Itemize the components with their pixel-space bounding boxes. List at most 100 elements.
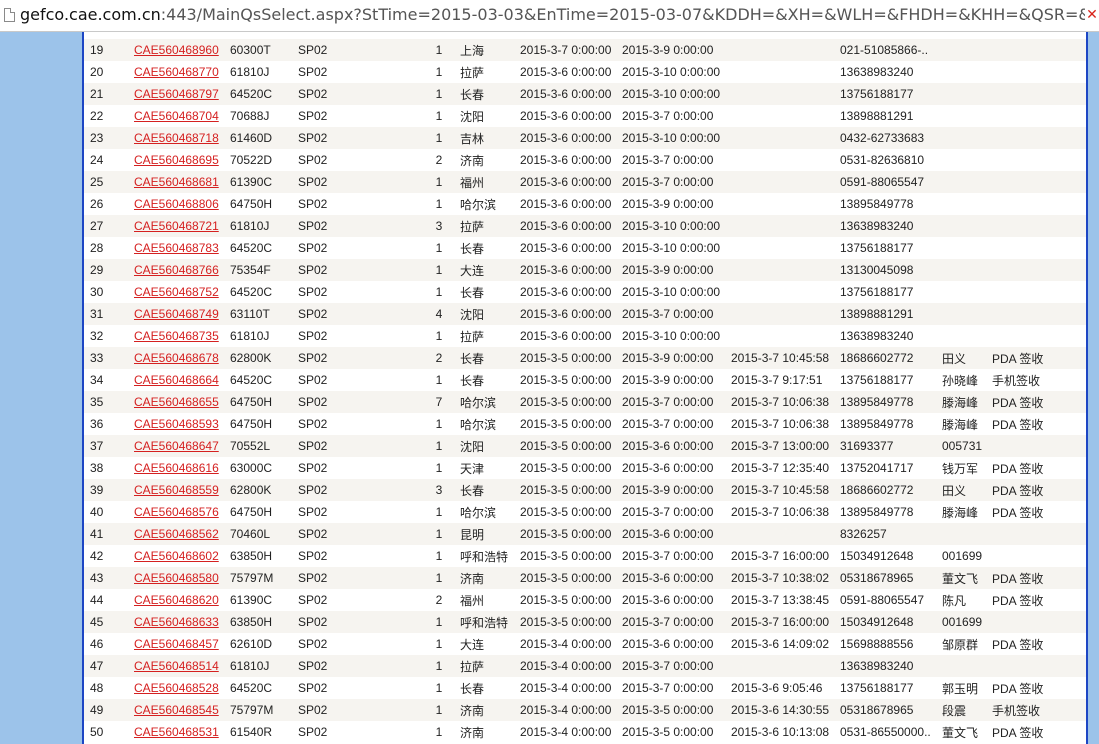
part-number-cell: 64750H	[230, 501, 298, 523]
sign-time-cell: 2015-3-7 10:06:38	[731, 501, 840, 523]
tracking-number-link[interactable]: CAE560468749	[134, 307, 219, 321]
tracking-number-link[interactable]: CAE560468528	[134, 681, 219, 695]
tracking-number-link-cell: CAE560468576	[134, 501, 230, 523]
tracking-number-link[interactable]: CAE560468647	[134, 439, 219, 453]
part-number-cell: 70552L	[230, 435, 298, 457]
sign-method-cell	[992, 611, 1086, 633]
sign-time-cell	[731, 149, 840, 171]
tracking-number-link[interactable]: CAE560468960	[134, 43, 219, 57]
signer-name-cell	[942, 281, 992, 303]
signer-name-cell: 邹原群	[942, 633, 992, 655]
ship-date-cell: 2015-3-5 0:00:00	[520, 545, 622, 567]
shipment-table: 19 CAE560468960 60300T SP02 1 上海 2015-3-7 0:00…	[84, 39, 1086, 743]
page-icon	[4, 8, 15, 22]
part-number-cell: 63850H	[230, 611, 298, 633]
tracking-number-link[interactable]: CAE560468576	[134, 505, 219, 519]
sign-method-cell	[992, 215, 1086, 237]
tracking-number-link-cell: CAE560468783	[134, 237, 230, 259]
tracking-number-link[interactable]: CAE560468721	[134, 219, 219, 233]
tracking-number-link-cell: CAE560468770	[134, 61, 230, 83]
tracking-number-link[interactable]: CAE560468514	[134, 659, 219, 673]
tracking-number-link[interactable]: CAE560468545	[134, 703, 219, 717]
signer-name-cell	[942, 237, 992, 259]
signer-name-cell: 滕海峰	[942, 413, 992, 435]
tracking-number-link[interactable]: CAE560468633	[134, 615, 219, 629]
browser-address-bar[interactable]: gefco.cae.com.cn:443/MainQsSelect.aspx?S…	[0, 0, 1099, 32]
contact-phone-cell: 13130045098	[840, 259, 942, 281]
part-number-cell: 64520C	[230, 369, 298, 391]
tracking-number-link[interactable]: CAE560468562	[134, 527, 219, 541]
tracking-number-link[interactable]: CAE560468664	[134, 373, 219, 387]
tracking-number-link[interactable]: CAE560468457	[134, 637, 219, 651]
signer-name-cell: 001699	[942, 545, 992, 567]
row-number-cell: 42	[84, 545, 134, 567]
url-text[interactable]: gefco.cae.com.cn:443/MainQsSelect.aspx?S…	[20, 5, 1099, 24]
tracking-number-link[interactable]: CAE560468752	[134, 285, 219, 299]
tracking-number-link[interactable]: CAE560468783	[134, 241, 219, 255]
part-number-cell: 64520C	[230, 83, 298, 105]
ship-date-cell: 2015-3-5 0:00:00	[520, 501, 622, 523]
warehouse-code-cell: SP02	[298, 347, 418, 369]
tracking-number-link-cell: CAE560468960	[134, 39, 230, 61]
quantity-cell: 1	[418, 325, 460, 347]
row-number-cell: 48	[84, 677, 134, 699]
quantity-cell: 1	[418, 413, 460, 435]
quantity-cell: 1	[418, 127, 460, 149]
sign-method-cell	[992, 237, 1086, 259]
destination-city-cell: 拉萨	[460, 215, 520, 237]
tracking-number-link[interactable]: CAE560468531	[134, 725, 219, 739]
ship-date-cell: 2015-3-6 0:00:00	[520, 303, 622, 325]
sign-time-cell	[731, 655, 840, 677]
tracking-number-link[interactable]: CAE560468655	[134, 395, 219, 409]
sign-time-cell: 2015-3-7 12:35:40	[731, 457, 840, 479]
part-number-cell: 61810J	[230, 655, 298, 677]
table-row: 30 CAE560468752 64520C SP02 1 长春 2015-3-6 0:00…	[84, 281, 1086, 303]
tracking-number-link[interactable]: CAE560468797	[134, 87, 219, 101]
sign-method-cell	[992, 171, 1086, 193]
tracking-number-link[interactable]: CAE560468593	[134, 417, 219, 431]
row-number-cell: 28	[84, 237, 134, 259]
tracking-number-link[interactable]: CAE560468766	[134, 263, 219, 277]
signer-name-cell	[942, 655, 992, 677]
row-number-cell: 19	[84, 39, 134, 61]
destination-city-cell: 长春	[460, 369, 520, 391]
tracking-number-link[interactable]: CAE560468616	[134, 461, 219, 475]
sign-method-cell	[992, 83, 1086, 105]
warehouse-code-cell: SP02	[298, 413, 418, 435]
tracking-number-link[interactable]: CAE560468695	[134, 153, 219, 167]
row-number-cell: 50	[84, 721, 134, 743]
contact-phone-cell: 13756188177	[840, 281, 942, 303]
signer-name-cell: 董文飞	[942, 721, 992, 743]
sign-method-cell	[992, 523, 1086, 545]
destination-city-cell: 大连	[460, 633, 520, 655]
sign-method-cell	[992, 259, 1086, 281]
part-number-cell: 62800K	[230, 479, 298, 501]
quantity-cell: 1	[418, 369, 460, 391]
signer-name-cell	[942, 83, 992, 105]
tracking-number-link[interactable]: CAE560468678	[134, 351, 219, 365]
tracking-number-link-cell: CAE560468655	[134, 391, 230, 413]
tracking-number-link[interactable]: CAE560468620	[134, 593, 219, 607]
destination-city-cell: 拉萨	[460, 655, 520, 677]
tracking-number-link[interactable]: CAE560468770	[134, 65, 219, 79]
row-number-cell: 35	[84, 391, 134, 413]
tracking-number-link[interactable]: CAE560468681	[134, 175, 219, 189]
row-number-cell: 45	[84, 611, 134, 633]
close-icon[interactable]: ✕	[1085, 4, 1099, 26]
tracking-number-link[interactable]: CAE560468704	[134, 109, 219, 123]
tracking-number-link[interactable]: CAE560468718	[134, 131, 219, 145]
ship-date-cell: 2015-3-5 0:00:00	[520, 391, 622, 413]
contact-phone-cell: 31693377	[840, 435, 942, 457]
ship-date-cell: 2015-3-4 0:00:00	[520, 721, 622, 743]
tracking-number-link[interactable]: CAE560468559	[134, 483, 219, 497]
tracking-number-link[interactable]: CAE560468602	[134, 549, 219, 563]
ship-date-cell: 2015-3-5 0:00:00	[520, 523, 622, 545]
due-date-cell: 2015-3-7 0:00:00	[622, 413, 731, 435]
tracking-number-link[interactable]: CAE560468580	[134, 571, 219, 585]
due-date-cell: 2015-3-10 0:00:00	[622, 61, 731, 83]
tracking-number-link[interactable]: CAE560468735	[134, 329, 219, 343]
quantity-cell: 1	[418, 105, 460, 127]
results-panel: 19 CAE560468960 60300T SP02 1 上海 2015-3-7 0:00…	[82, 32, 1088, 744]
row-number-cell: 49	[84, 699, 134, 721]
tracking-number-link[interactable]: CAE560468806	[134, 197, 219, 211]
